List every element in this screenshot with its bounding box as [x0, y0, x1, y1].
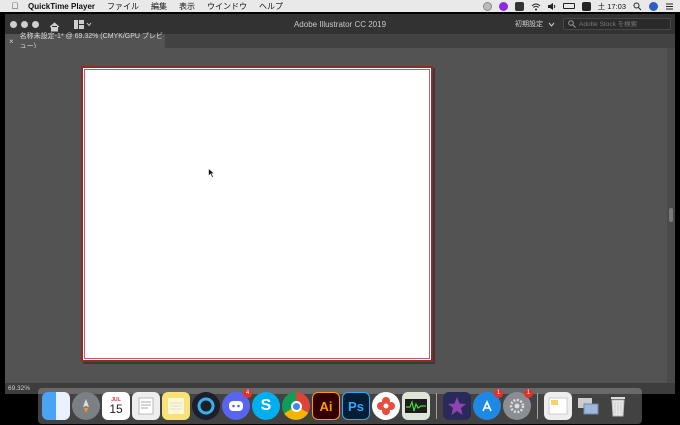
menu-view[interactable]: 表示 — [179, 1, 195, 12]
chrome-icon[interactable] — [282, 392, 310, 420]
calendar-day: 15 — [109, 402, 123, 416]
trash-icon[interactable] — [604, 392, 632, 420]
zoom-window-icon[interactable] — [32, 20, 39, 28]
chevron-down-icon — [548, 22, 555, 27]
mouse-pointer-icon — [208, 168, 216, 178]
flower-app-icon[interactable] — [372, 392, 400, 420]
textedit-icon[interactable] — [132, 392, 160, 420]
zoom-level[interactable]: 69.32% — [8, 385, 30, 392]
downloads-stack-icon[interactable] — [574, 392, 602, 420]
status-menus: 土 17:03 — [482, 0, 674, 12]
close-document-icon[interactable]: × — [9, 37, 14, 46]
dock-separator-2 — [537, 393, 538, 419]
battery-icon[interactable] — [562, 3, 575, 9]
edge-browser-icon[interactable] — [192, 392, 220, 420]
app-menu-name[interactable]: QuickTime Player — [28, 2, 95, 11]
menu-help[interactable]: ヘルプ — [259, 1, 283, 12]
workspace-switcher[interactable]: 初期設定 — [515, 18, 555, 30]
app-store-badge: 1 — [494, 389, 503, 398]
wifi-icon[interactable] — [531, 2, 540, 11]
arrange-documents-icon[interactable] — [74, 19, 92, 29]
discord-icon[interactable]: 4 — [222, 389, 252, 420]
home-icon[interactable] — [49, 19, 60, 32]
vertical-scrollbar[interactable] — [667, 48, 675, 383]
launchpad-icon[interactable] — [72, 392, 100, 420]
minimize-window-icon[interactable] — [21, 20, 28, 28]
search-icon — [568, 20, 576, 28]
input-source-icon[interactable] — [581, 1, 591, 11]
system-preferences-icon[interactable]: 1 — [503, 389, 533, 420]
menu-window[interactable]: ウインドウ — [207, 1, 247, 12]
dock: JUL 15 4 S Ai Ps 1 1 — [38, 388, 642, 424]
window-controls — [10, 20, 39, 28]
user-avatar-icon[interactable] — [649, 1, 658, 11]
menu-extra-icon[interactable] — [514, 1, 524, 11]
close-window-icon[interactable] — [10, 20, 17, 28]
illustrator-window: Adobe Illustrator CC 2019 初期設定 × 名称未設定-1… — [5, 14, 675, 394]
system-preferences-badge: 1 — [524, 389, 533, 398]
canvas-area[interactable] — [5, 48, 675, 383]
illustrator-icon[interactable]: Ai — [312, 392, 340, 420]
notification-center-icon[interactable] — [665, 2, 674, 11]
imovie-icon[interactable] — [443, 392, 471, 420]
calendar-icon[interactable]: JUL 15 — [102, 392, 130, 420]
photoshop-icon[interactable]: Ps — [342, 392, 370, 420]
adobe-stock-search — [563, 18, 671, 30]
app-store-icon[interactable]: 1 — [473, 389, 503, 420]
workspace-label: 初期設定 — [515, 21, 543, 28]
apple-menu-icon[interactable]:  — [10, 1, 20, 11]
menu-bar:  QuickTime Player ファイル 編集 表示 ウインドウ ヘルプ … — [0, 0, 680, 12]
menu-edit[interactable]: 編集 — [151, 1, 167, 12]
notes-icon[interactable] — [162, 392, 190, 420]
discord-badge: 4 — [243, 389, 252, 398]
skype-icon[interactable]: S — [252, 392, 280, 420]
finder-icon[interactable] — [42, 392, 70, 420]
document-tab[interactable]: × 名称未設定-1* @ 69.32% (CMYK/GPU プレビュー) — [5, 33, 165, 50]
creative-cloud-icon[interactable] — [498, 1, 508, 11]
record-icon[interactable] — [482, 1, 492, 11]
stock-search-input[interactable] — [579, 20, 669, 28]
artboard[interactable] — [81, 66, 433, 362]
document-stack-icon[interactable] — [544, 392, 572, 420]
menu-file[interactable]: ファイル — [107, 1, 139, 12]
volume-icon[interactable] — [547, 2, 556, 11]
menu-clock[interactable]: 土 17:03 — [598, 1, 626, 12]
activity-monitor-icon[interactable] — [402, 392, 430, 420]
dock-separator — [436, 393, 437, 419]
scrollbar-thumb[interactable] — [669, 208, 673, 222]
spotlight-icon[interactable] — [633, 2, 642, 11]
document-tab-bar: × 名称未設定-1* @ 69.32% (CMYK/GPU プレビュー) — [5, 33, 675, 50]
